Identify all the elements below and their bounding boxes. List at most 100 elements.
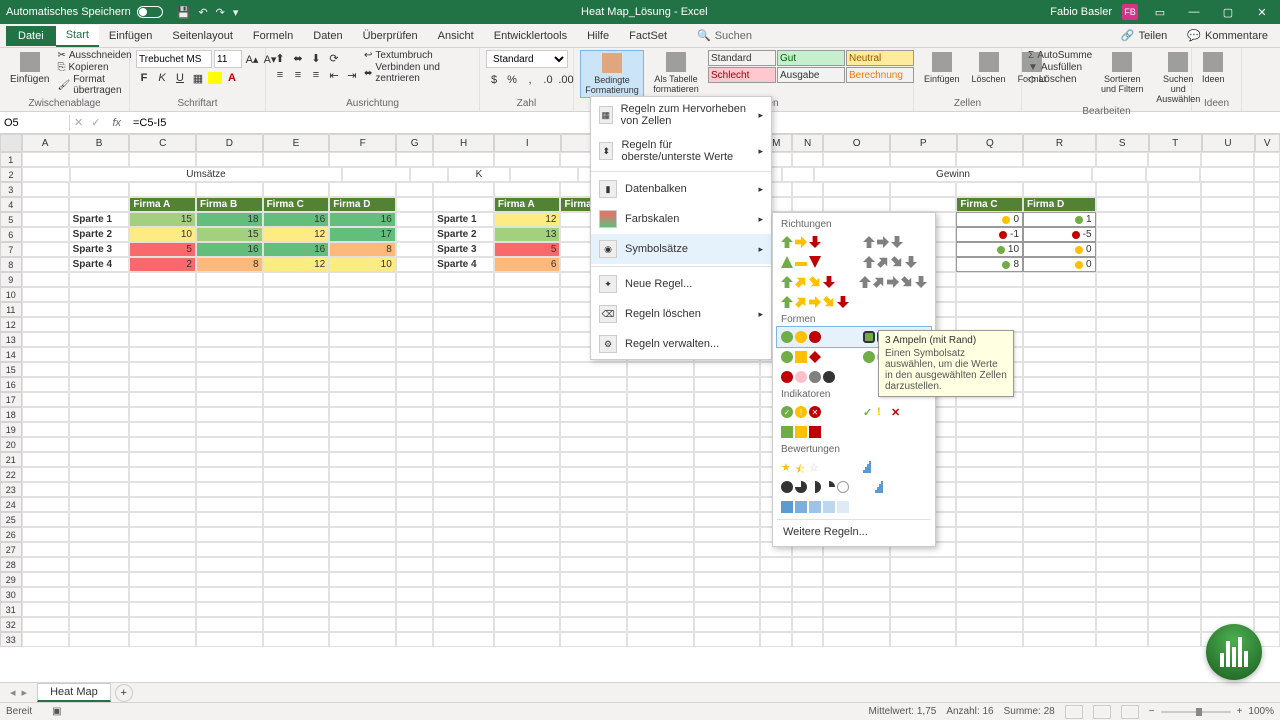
cell[interactable] (396, 527, 433, 542)
maximize-icon[interactable]: ▢ (1216, 6, 1240, 19)
cell[interactable] (1200, 167, 1254, 182)
cell[interactable] (69, 497, 130, 512)
cell[interactable] (22, 437, 69, 452)
font-color-button[interactable]: A (224, 70, 240, 86)
cell[interactable] (129, 527, 196, 542)
cell[interactable] (129, 272, 196, 287)
row-header[interactable]: 6 (0, 227, 22, 242)
cell[interactable] (1201, 497, 1254, 512)
cell[interactable] (396, 347, 433, 362)
row-header[interactable]: 16 (0, 377, 22, 392)
cell[interactable] (129, 482, 196, 497)
cell[interactable] (396, 602, 433, 617)
cell[interactable] (1023, 392, 1095, 407)
tab-seitenlayout[interactable]: Seitenlayout (162, 26, 243, 46)
cell[interactable] (129, 317, 196, 332)
cell[interactable] (1023, 302, 1095, 317)
cell[interactable] (694, 467, 761, 482)
cell[interactable] (956, 557, 1023, 572)
align-bottom-icon[interactable]: ⬇ (308, 50, 324, 66)
cell[interactable] (69, 617, 130, 632)
cell[interactable] (396, 512, 433, 527)
cell[interactable] (956, 587, 1023, 602)
cell[interactable] (1023, 182, 1095, 197)
cell[interactable] (1201, 302, 1254, 317)
cell[interactable] (627, 437, 694, 452)
cell[interactable] (1201, 242, 1254, 257)
cell[interactable] (396, 257, 433, 272)
cell[interactable] (627, 452, 694, 467)
cell[interactable] (22, 557, 69, 572)
cell[interactable] (1148, 422, 1201, 437)
cell[interactable] (494, 587, 561, 602)
cell[interactable]: 5 (494, 242, 561, 257)
cell[interactable] (329, 527, 396, 542)
cell[interactable] (396, 587, 433, 602)
cell[interactable] (129, 152, 196, 167)
cell[interactable] (433, 362, 494, 377)
cell[interactable] (1201, 287, 1254, 302)
cell[interactable] (263, 632, 330, 647)
cell[interactable] (1096, 197, 1149, 212)
iconset-redtoblack[interactable] (781, 369, 835, 385)
cell[interactable] (823, 632, 890, 647)
cell[interactable] (627, 407, 694, 422)
cell[interactable] (627, 512, 694, 527)
cell[interactable] (22, 152, 69, 167)
cell[interactable] (760, 617, 791, 632)
cell[interactable] (263, 362, 330, 377)
cell[interactable] (22, 317, 69, 332)
cell[interactable] (1148, 227, 1201, 242)
minimize-icon[interactable]: — (1182, 6, 1206, 18)
cell[interactable] (494, 287, 561, 302)
fill-color-button[interactable] (208, 72, 222, 84)
cell[interactable]: Sparte 1 (69, 212, 130, 227)
cell[interactable] (69, 152, 130, 167)
cell[interactable] (956, 272, 1023, 287)
cell[interactable] (196, 392, 263, 407)
cell[interactable] (263, 377, 330, 392)
cell[interactable] (69, 572, 130, 587)
copy-button[interactable]: ⎘Kopieren (57, 62, 131, 73)
cell[interactable] (627, 497, 694, 512)
cell[interactable] (560, 362, 627, 377)
cell[interactable]: 16 (263, 242, 330, 257)
cell[interactable] (1096, 212, 1149, 227)
cell[interactable]: Sparte 1 (433, 212, 494, 227)
cell[interactable]: 6 (494, 257, 561, 272)
cell[interactable] (1201, 272, 1254, 287)
cell[interactable] (494, 437, 561, 452)
zoom-slider[interactable] (1161, 711, 1231, 713)
cell[interactable] (22, 362, 69, 377)
cell[interactable] (196, 617, 263, 632)
cell[interactable] (1254, 527, 1280, 542)
cell[interactable]: 0 (1023, 242, 1095, 257)
row-header[interactable]: 32 (0, 617, 22, 632)
cell[interactable] (1023, 347, 1095, 362)
font-size-select[interactable] (214, 50, 242, 68)
cell[interactable] (69, 317, 130, 332)
row-header[interactable]: 21 (0, 452, 22, 467)
iconset-3stars[interactable]: ★⯪☆ (781, 459, 821, 475)
cell[interactable] (694, 542, 761, 557)
row-header[interactable]: 18 (0, 407, 22, 422)
ribbon-options-icon[interactable]: ▭ (1148, 6, 1172, 19)
ideas-button[interactable]: Ideen (1198, 50, 1229, 86)
cell[interactable] (627, 362, 694, 377)
cell[interactable] (263, 602, 330, 617)
cell[interactable] (263, 482, 330, 497)
iconset-5quarters[interactable] (781, 479, 849, 495)
row-header[interactable]: 15 (0, 362, 22, 377)
cell[interactable] (22, 617, 69, 632)
cell[interactable] (1254, 152, 1280, 167)
cut-button[interactable]: ✂Ausschneiden (57, 50, 131, 61)
add-sheet-button[interactable]: + (115, 684, 133, 702)
cell[interactable] (1148, 542, 1201, 557)
iconset-3triangles[interactable] (781, 254, 821, 270)
cell[interactable] (396, 632, 433, 647)
insert-cells-button[interactable]: Einfügen (920, 50, 964, 86)
cell[interactable]: 12 (263, 227, 330, 242)
cell[interactable] (494, 362, 561, 377)
cell[interactable] (1148, 152, 1201, 167)
iconset-3arrows-color[interactable] (781, 234, 821, 250)
